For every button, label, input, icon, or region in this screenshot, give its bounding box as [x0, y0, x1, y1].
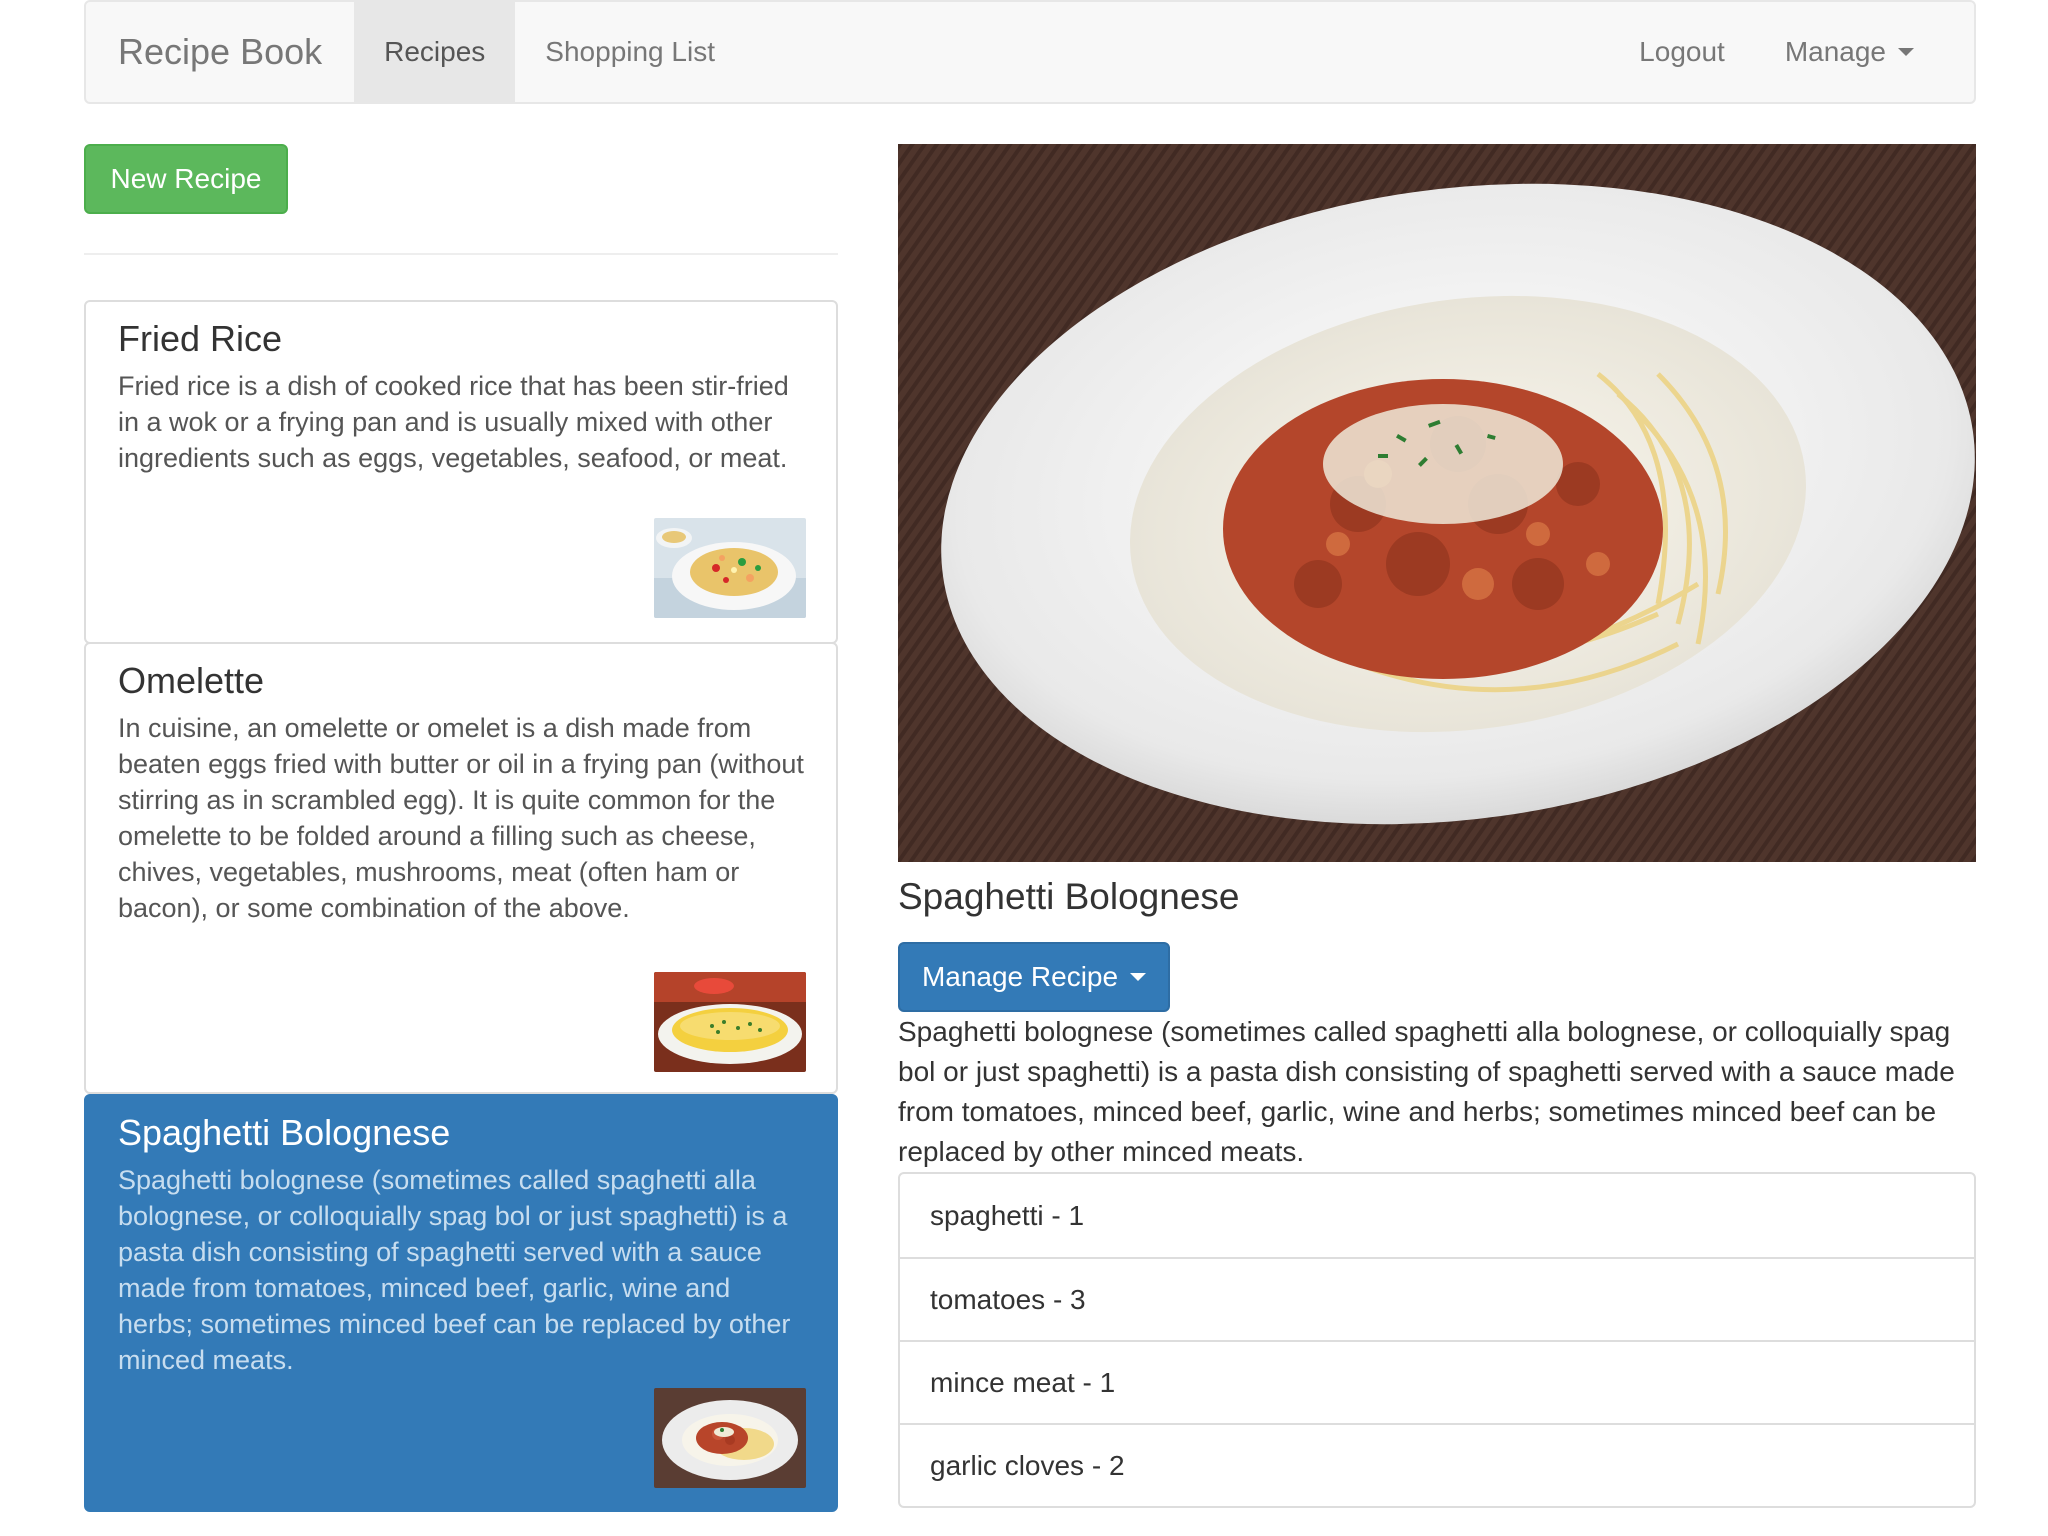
- manage-recipe-label: Manage Recipe: [921, 961, 1119, 992]
- recipe-thumbnail-omelette: [654, 972, 806, 1072]
- ingredient-item[interactable]: spaghetti - 1: [900, 1174, 1974, 1257]
- ingredient-item[interactable]: tomatoes - 3: [900, 1257, 1974, 1340]
- recipe-list-item-spaghetti-bolognese[interactable]: Spaghetti Bolognese Spaghetti bolognese …: [84, 1094, 838, 1512]
- recipe-description: In cuisine, an omelette or omelet is a d…: [118, 713, 804, 923]
- recipe-name: Omelette: [118, 660, 265, 701]
- recipe-name: Fried Rice: [118, 318, 283, 359]
- ingredient-item[interactable]: mince meat - 1: [900, 1340, 1974, 1423]
- new-recipe-button[interactable]: New Recipe: [84, 144, 288, 214]
- recipe-detail-description: Spaghetti bolognese (sometimes called sp…: [898, 1016, 1955, 1167]
- nav-manage-label: Manage: [1784, 36, 1886, 67]
- recipe-thumbnail-spaghetti: [654, 1388, 806, 1488]
- caret-down-icon: [1130, 973, 1147, 981]
- recipe-name: Spaghetti Bolognese: [118, 1112, 451, 1153]
- brand-link[interactable]: Recipe Book: [86, 2, 354, 102]
- nav-manage-dropdown[interactable]: Manage: [1755, 2, 1974, 102]
- nav-recipes[interactable]: Recipes: [354, 2, 516, 102]
- navbar: Recipe Book Recipes Shopping List Logout…: [84, 0, 1976, 104]
- recipe-detail-title: Spaghetti Bolognese: [898, 876, 1240, 917]
- manage-recipe-dropdown-button[interactable]: Manage Recipe: [898, 942, 1170, 1012]
- recipe-description: Fried rice is a dish of cooked rice that…: [118, 371, 789, 473]
- recipe-list-item-fried-rice[interactable]: Fried Rice Fried rice is a dish of cooke…: [84, 300, 838, 644]
- ingredient-item[interactable]: garlic cloves - 2: [900, 1423, 1974, 1506]
- divider: [84, 253, 838, 255]
- nav-logout[interactable]: Logout: [1609, 2, 1755, 102]
- recipe-image: [898, 144, 1976, 862]
- caret-down-icon: [1898, 48, 1914, 56]
- recipe-thumbnail-fried-rice: [654, 518, 806, 618]
- recipe-list-item-omelette[interactable]: Omelette In cuisine, an omelette or omel…: [84, 642, 838, 1094]
- ingredients-list: spaghetti - 1 tomatoes - 3 mince meat - …: [898, 1172, 1976, 1508]
- recipe-description: Spaghetti bolognese (sometimes called sp…: [118, 1165, 791, 1375]
- nav-shopping-list[interactable]: Shopping List: [515, 2, 745, 102]
